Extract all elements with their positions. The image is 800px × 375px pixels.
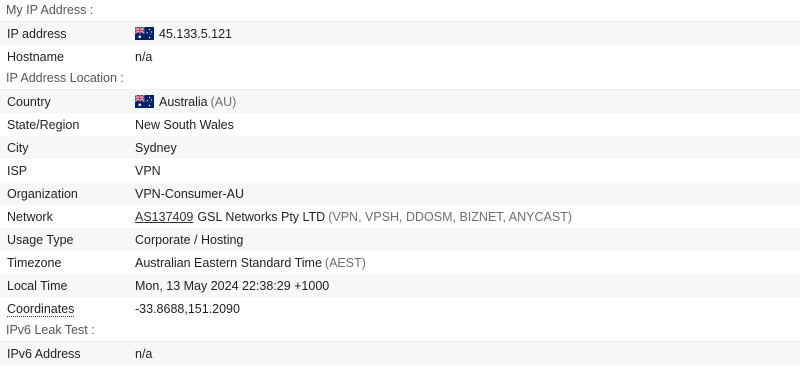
usage-type-value: Corporate / Hosting [135, 232, 244, 247]
timezone-abbr: (AEST) [324, 255, 366, 270]
ipv6-address-label: IPv6 Address [7, 346, 81, 361]
network-tags: (VPN, VPSH, DDOSM, BIZNET, ANYCAST) [328, 209, 572, 224]
state-region-label: State/Region [7, 117, 80, 132]
isp-value: VPN [135, 163, 161, 178]
row-hostname: Hostname n/a [0, 45, 800, 68]
isp-label: ISP [7, 163, 28, 178]
timezone-value-cell: Australian Eastern Standard Time (AEST) [135, 256, 800, 270]
network-label: Network [7, 209, 53, 224]
row-coordinates: Coordinates -33.8688,151.2090 [0, 297, 800, 320]
state-region-value: New South Wales [135, 117, 234, 132]
country-value: Australia [159, 94, 208, 109]
row-city: City Sydney [0, 136, 800, 159]
row-network: Network AS137409 GSL Networks Pty LTD (V… [0, 205, 800, 228]
row-organization: Organization VPN-Consumer-AU [0, 182, 800, 205]
section-header-my-ip: My IP Address : [0, 0, 800, 22]
coordinates-value: -33.8688,151.2090 [135, 301, 240, 316]
row-ip-address: IP address 45.133.5.121 [0, 22, 800, 45]
section-header-ipv6: IPv6 Leak Test : [0, 320, 800, 342]
country-label: Country [7, 94, 51, 109]
section-header-location: IP Address Location : [0, 68, 800, 90]
ipv6-address-value: n/a [135, 346, 153, 361]
country-value-cell: Australia (AU) [135, 95, 800, 109]
row-isp: ISP VPN [0, 159, 800, 182]
organization-value: VPN-Consumer-AU [135, 186, 245, 201]
usage-type-label: Usage Type [7, 232, 74, 247]
row-local-time: Local Time Mon, 13 May 2024 22:38:29 +10… [0, 274, 800, 297]
australia-flag-icon [135, 95, 154, 108]
network-value-cell: AS137409 GSL Networks Pty LTD (VPN, VPSH… [135, 210, 800, 224]
local-time-label: Local Time [7, 278, 68, 293]
hostname-label: Hostname [7, 49, 64, 64]
city-value: Sydney [135, 140, 177, 155]
coordinates-label[interactable]: Coordinates [7, 301, 75, 317]
hostname-value: n/a [135, 49, 153, 64]
row-usage-type: Usage Type Corporate / Hosting [0, 228, 800, 251]
row-state-region: State/Region New South Wales [0, 113, 800, 136]
ip-address-label: IP address [7, 26, 67, 41]
ip-info-page: My IP Address : IP address 45.133.5.121 … [0, 0, 800, 375]
coordinates-label-cell: Coordinates [0, 301, 135, 317]
country-code: (AU) [210, 94, 237, 109]
city-label: City [7, 140, 29, 155]
organization-label: Organization [7, 186, 78, 201]
asn-link[interactable]: AS137409 [135, 210, 193, 224]
row-country: Country Australia (AU) [0, 90, 800, 113]
network-value: GSL Networks Pty LTD [197, 209, 326, 224]
timezone-label: Timezone [7, 255, 62, 270]
ip-address-value: 45.133.5.121 [159, 26, 232, 41]
ip-address-value-cell: 45.133.5.121 [135, 27, 800, 41]
timezone-value: Australian Eastern Standard Time [135, 255, 322, 270]
row-timezone: Timezone Australian Eastern Standard Tim… [0, 251, 800, 274]
australia-flag-icon [135, 27, 154, 40]
local-time-value: Mon, 13 May 2024 22:38:29 +1000 [135, 278, 330, 293]
row-ipv6-address: IPv6 Address n/a [0, 342, 800, 365]
